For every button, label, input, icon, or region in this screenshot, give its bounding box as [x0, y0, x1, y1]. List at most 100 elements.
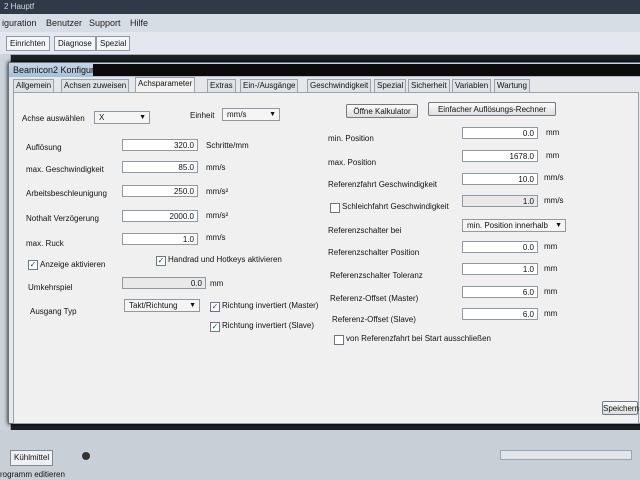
unit-select-value: mm/s [227, 110, 247, 119]
backlash-unit: mm [210, 279, 224, 288]
tab-wartung[interactable]: Wartung [494, 79, 530, 92]
dir-master-label: Richtung invertiert (Master) [222, 301, 319, 310]
output-type-select[interactable]: Takt/Richtung ▼ [124, 299, 200, 312]
output-type-label: Ausgang Typ [30, 307, 77, 316]
ref-switch-pos-field[interactable]: 0.0 [462, 241, 538, 253]
chevron-down-icon: ▼ [269, 111, 276, 118]
ref-offset-slave-field[interactable]: 6.0 [462, 308, 538, 320]
dir-master-checkbox[interactable]: ✓ [210, 302, 220, 312]
tab-bar: Allgemein Achsen zuweisen Achsparameter … [9, 77, 640, 93]
tab-extras[interactable]: Extras [207, 79, 236, 92]
aufloesung-label: Auflösung [26, 143, 62, 152]
creep-speed-label: Schleichfahrt Geschwindigkeit [342, 202, 449, 211]
axis-select-label: Achse auswählen [22, 114, 85, 123]
exclude-ref-label: von Referenzfahrt bei Start ausschließen [346, 334, 491, 343]
open-calculator-button[interactable]: Öffne Kalkulator [346, 104, 418, 118]
save-button[interactable]: Speichern [602, 401, 639, 415]
programm-editieren-label[interactable]: rogramm editieren [0, 470, 65, 479]
min-pos-unit: mm [546, 128, 560, 137]
tab-sicherheit[interactable]: Sicherheit [408, 79, 450, 92]
ref-switch-label: Referenzschalter bei [328, 226, 402, 235]
ref-switch-tol-field[interactable]: 1.0 [462, 263, 538, 275]
ref-offset-master-label: Referenz-Offset (Master) [330, 294, 419, 303]
max-speed-field[interactable]: 85.0 [122, 161, 198, 173]
tab-geschwindigkeit[interactable]: Geschwindigkeit [307, 79, 372, 92]
menu-support[interactable]: Support [89, 18, 121, 28]
ref-offset-slave-label: Referenz-Offset (Slave) [332, 315, 416, 324]
menu-configuration[interactable]: iguration [2, 18, 37, 28]
min-pos-field[interactable]: 0.0 [462, 127, 538, 139]
exclude-ref-checkbox[interactable] [334, 335, 344, 345]
redacted-region [93, 64, 640, 76]
ref-offset-slave-unit: mm [544, 309, 558, 318]
backlash-label: Umkehrspiel [28, 283, 73, 292]
chevron-down-icon: ▼ [555, 222, 562, 229]
max-pos-unit: mm [546, 151, 560, 160]
dir-slave-checkbox[interactable]: ✓ [210, 322, 220, 332]
axis-select[interactable]: X ▼ [94, 111, 150, 124]
achsparameter-panel: Achse auswählen X ▼ Einheit mm/s ▼ Öffne… [13, 92, 639, 424]
ref-switch-pos-unit: mm [544, 242, 558, 251]
tab-achsparameter[interactable]: Achsparameter [135, 77, 196, 93]
backlash-field[interactable]: 0.0 [122, 277, 206, 289]
unit-select-label: Einheit [190, 111, 215, 120]
handrad-label: Handrad und Hotkeys aktivieren [168, 255, 282, 264]
ref-speed-field[interactable]: 10.0 [462, 173, 538, 185]
unit-select[interactable]: mm/s ▼ [222, 108, 280, 121]
max-speed-label: max. Geschwindigkeit [26, 165, 104, 174]
scrollbar[interactable] [500, 450, 632, 460]
output-type-value: Takt/Richtung [129, 301, 178, 310]
dir-slave-label: Richtung invertiert (Slave) [222, 321, 315, 330]
chevron-down-icon: ▼ [189, 302, 196, 309]
ref-switch-tol-unit: mm [544, 264, 558, 273]
toolbar-spezial[interactable]: Spezial [96, 36, 131, 51]
emergency-decel-label: Nothalt Verzögerung [26, 214, 99, 223]
creep-speed-checkbox[interactable] [330, 203, 340, 213]
work-accel-field[interactable]: 250.0 [122, 185, 198, 197]
toolbar: Einrichten Diagnose Spezial [0, 32, 640, 55]
work-accel-label: Arbeitsbeschleunigung [26, 189, 107, 198]
max-jerk-field[interactable]: 1.0 [122, 233, 198, 245]
menu-bar: iguration Benutzer Support Hilfe [0, 14, 640, 33]
handrad-checkbox[interactable]: ✓ [156, 256, 166, 266]
ref-speed-label: Referenzfahrt Geschwindigkeit [328, 180, 437, 189]
work-accel-unit: mm/s² [206, 187, 229, 196]
menu-benutzer[interactable]: Benutzer [46, 18, 82, 28]
tab-achsen-zuweisen[interactable]: Achsen zuweisen [61, 79, 130, 92]
max-pos-field[interactable]: 1678.0 [462, 150, 538, 162]
emergency-decel-unit: mm/s² [206, 211, 229, 220]
resolution-calculator-button[interactable]: Einfacher Auflösungs-Rechner [428, 102, 556, 116]
tab-ein-ausgaenge[interactable]: Ein-/Ausgänge [240, 79, 299, 92]
max-speed-unit: mm/s [206, 163, 226, 172]
aufloesung-unit: Schritte/mm [206, 141, 249, 150]
ref-switch-select[interactable]: min. Position innerhalb ▼ [462, 219, 566, 232]
dialog-title-bar: Beamicon2 Konfiguration [9, 63, 640, 77]
creep-speed-field[interactable]: 1.0 [462, 195, 538, 207]
tab-allgemein[interactable]: Allgemein [13, 79, 55, 92]
toolbar-diagnose[interactable]: Diagnose [54, 36, 96, 51]
max-pos-label: max. Position [328, 158, 377, 167]
menu-hilfe[interactable]: Hilfe [130, 18, 148, 28]
tab-variablen[interactable]: Variablen [452, 79, 492, 92]
aufloesung-field[interactable]: 320.0 [122, 139, 198, 151]
ref-speed-unit: mm/s [544, 173, 564, 182]
status-led-icon [82, 452, 90, 460]
tab-spezial[interactable]: Spezial [374, 79, 407, 92]
ref-switch-tol-label: Referenzschalter Toleranz [330, 271, 423, 280]
kuehlmittel-button[interactable]: Kühlmittel [10, 450, 54, 466]
min-pos-label: min. Position [328, 134, 374, 143]
ref-offset-master-unit: mm [544, 287, 558, 296]
max-jerk-label: max. Ruck [26, 239, 64, 248]
ref-switch-value: min. Position innerhalb [467, 221, 548, 230]
ref-offset-master-field[interactable]: 6.0 [462, 286, 538, 298]
show-axis-checkbox[interactable]: ✓ [28, 260, 38, 270]
max-jerk-unit: mm/s [206, 233, 226, 242]
ref-switch-pos-label: Referenzschalter Position [328, 248, 420, 257]
toolbar-einrichten[interactable]: Einrichten [6, 36, 50, 51]
app-title: 2 Hauptf [4, 2, 35, 11]
chevron-down-icon: ▼ [139, 114, 146, 121]
show-axis-label: Anzeige aktivieren [40, 260, 106, 269]
configuration-dialog: Beamicon2 Konfiguration Allgemein Achsen… [8, 62, 640, 424]
emergency-decel-field[interactable]: 2000.0 [122, 210, 198, 222]
background-bottom-area: Kühlmittel rogramm editieren [0, 430, 640, 480]
